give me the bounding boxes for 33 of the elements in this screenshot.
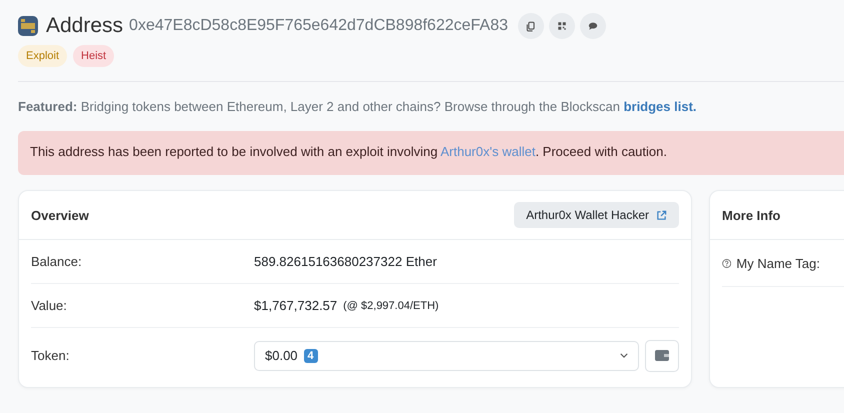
page-title: Address — [46, 14, 124, 38]
copy-button[interactable] — [518, 13, 544, 39]
caret-icon — [620, 353, 628, 358]
alert-message: This address has been reported to be involved with an exploit involving Arthur0x's wallet. Proceed with caution. — [30, 144, 668, 159]
external-link-icon — [656, 210, 667, 220]
help-icon — [722, 256, 732, 270]
card-title: Overview — [31, 208, 89, 222]
tag[interactable]: Heist — [73, 45, 114, 67]
comment-icon — [587, 20, 600, 32]
tag[interactable]: Exploit — [18, 45, 68, 67]
field-label: Value: — [31, 298, 68, 313]
token-select[interactable]: $0.00 4 — [254, 340, 639, 370]
field-label: Balance: — [31, 254, 83, 269]
qr-code-icon — [556, 20, 568, 32]
label-button[interactable]: Arthur0x Wallet Hacker — [514, 202, 679, 228]
field-label: My Name Tag: — [736, 256, 821, 270]
token-count-badge: 4 — [304, 348, 318, 362]
bridges-link[interactable]: bridges list. — [624, 99, 697, 114]
field-value: $1,767,732.57 — [254, 298, 338, 313]
qr-code-button[interactable] — [549, 13, 576, 39]
exchange-rate: (@ $2,997.04/ETH) — [343, 300, 439, 312]
wallet-icon — [655, 350, 669, 361]
copy-icon — [525, 20, 538, 32]
wallet-button[interactable] — [645, 340, 679, 372]
comment-button[interactable] — [580, 13, 606, 39]
address-avatar-icon — [18, 16, 38, 36]
card-title: More Info — [722, 208, 780, 222]
field-value: 589.82615163680237322 Ether — [254, 254, 437, 269]
token-value: $0.00 — [265, 348, 298, 363]
wallet-link[interactable]: Arthur0x's wallet — [440, 144, 536, 159]
featured-notice: Featured: Bridging tokens between Ethereum, Layer 2 and other chains? Browse through the Blockscan bridges list. — [18, 99, 698, 114]
address-text: 0xe47E8cD58c8E95F765e642d7dCB898f622ceFA83 — [129, 17, 508, 35]
field-label: Token: — [31, 348, 70, 363]
